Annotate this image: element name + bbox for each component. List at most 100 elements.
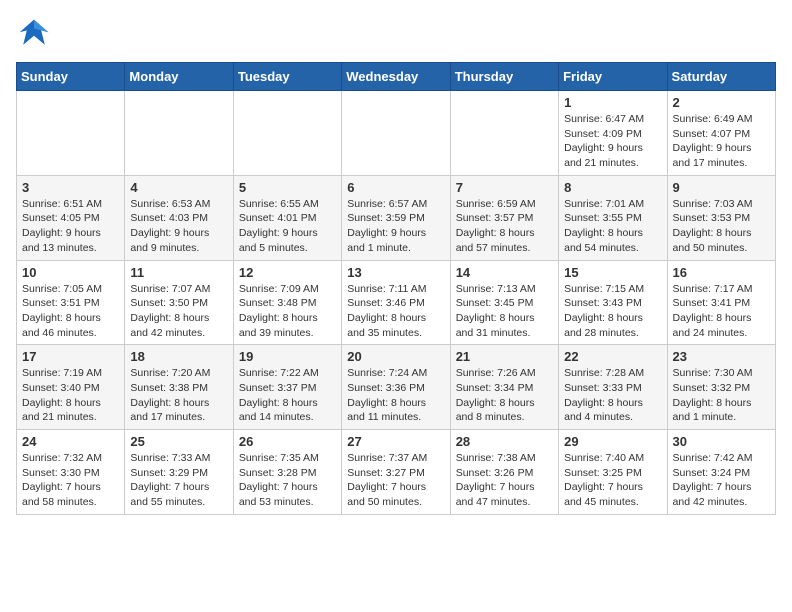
day-number: 20 [347, 349, 444, 364]
day-number: 24 [22, 434, 119, 449]
calendar-cell [125, 91, 233, 176]
day-info: Sunrise: 7:07 AMSunset: 3:50 PMDaylight:… [130, 282, 227, 341]
day-info: Sunrise: 7:35 AMSunset: 3:28 PMDaylight:… [239, 451, 336, 510]
day-info: Sunrise: 6:47 AMSunset: 4:09 PMDaylight:… [564, 112, 661, 171]
day-info: Sunrise: 7:13 AMSunset: 3:45 PMDaylight:… [456, 282, 553, 341]
calendar-cell: 18 Sunrise: 7:20 AMSunset: 3:38 PMDayligh… [125, 345, 233, 430]
day-number: 4 [130, 180, 227, 195]
day-number: 29 [564, 434, 661, 449]
calendar-cell [233, 91, 341, 176]
calendar-cell: 20 Sunrise: 7:24 AMSunset: 3:36 PMDayligh… [342, 345, 450, 430]
day-info: Sunrise: 6:55 AMSunset: 4:01 PMDaylight:… [239, 197, 336, 256]
day-number: 25 [130, 434, 227, 449]
logo [16, 16, 56, 52]
calendar-week-row: 17 Sunrise: 7:19 AMSunset: 3:40 PMDayligh… [17, 345, 776, 430]
day-number: 18 [130, 349, 227, 364]
day-number: 12 [239, 265, 336, 280]
day-info: Sunrise: 7:11 AMSunset: 3:46 PMDaylight:… [347, 282, 444, 341]
day-number: 8 [564, 180, 661, 195]
day-info: Sunrise: 7:40 AMSunset: 3:25 PMDaylight:… [564, 451, 661, 510]
day-info: Sunrise: 7:32 AMSunset: 3:30 PMDaylight:… [22, 451, 119, 510]
calendar-cell: 21 Sunrise: 7:26 AMSunset: 3:34 PMDayligh… [450, 345, 558, 430]
day-info: Sunrise: 7:33 AMSunset: 3:29 PMDaylight:… [130, 451, 227, 510]
calendar-cell: 12 Sunrise: 7:09 AMSunset: 3:48 PMDayligh… [233, 260, 341, 345]
day-info: Sunrise: 6:51 AMSunset: 4:05 PMDaylight:… [22, 197, 119, 256]
page-header [16, 16, 776, 52]
logo-bird-icon [16, 16, 52, 52]
calendar-cell: 23 Sunrise: 7:30 AMSunset: 3:32 PMDayligh… [667, 345, 775, 430]
calendar-cell: 8 Sunrise: 7:01 AMSunset: 3:55 PMDaylight… [559, 175, 667, 260]
calendar-cell: 9Sunrise: 7:03 AMSunset: 3:53 PMDaylight… [667, 175, 775, 260]
day-number: 23 [673, 349, 770, 364]
day-number: 16 [673, 265, 770, 280]
day-header-wednesday: Wednesday [342, 63, 450, 91]
day-number: 13 [347, 265, 444, 280]
day-number: 11 [130, 265, 227, 280]
day-info: Sunrise: 7:30 AMSunset: 3:32 PMDaylight:… [673, 366, 770, 425]
calendar-cell: 26 Sunrise: 7:35 AMSunset: 3:28 PMDayligh… [233, 430, 341, 515]
day-info: Sunrise: 7:24 AMSunset: 3:36 PMDaylight:… [347, 366, 444, 425]
day-number: 14 [456, 265, 553, 280]
calendar-cell: 30 Sunrise: 7:42 AMSunset: 3:24 PMDayligh… [667, 430, 775, 515]
calendar-cell: 7 Sunrise: 6:59 AMSunset: 3:57 PMDaylight… [450, 175, 558, 260]
day-header-saturday: Saturday [667, 63, 775, 91]
calendar-cell: 27 Sunrise: 7:37 AMSunset: 3:27 PMDayligh… [342, 430, 450, 515]
day-number: 10 [22, 265, 119, 280]
day-info: Sunrise: 7:26 AMSunset: 3:34 PMDaylight:… [456, 366, 553, 425]
calendar-cell: 4 Sunrise: 6:53 AMSunset: 4:03 PMDaylight… [125, 175, 233, 260]
calendar-cell: 1 Sunrise: 6:47 AMSunset: 4:09 PMDaylight… [559, 91, 667, 176]
calendar-cell: 22 Sunrise: 7:28 AMSunset: 3:33 PMDayligh… [559, 345, 667, 430]
day-info: Sunrise: 7:19 AMSunset: 3:40 PMDaylight:… [22, 366, 119, 425]
calendar-header-row: SundayMondayTuesdayWednesdayThursdayFrid… [17, 63, 776, 91]
day-header-monday: Monday [125, 63, 233, 91]
day-header-friday: Friday [559, 63, 667, 91]
calendar-cell: 25 Sunrise: 7:33 AMSunset: 3:29 PMDayligh… [125, 430, 233, 515]
day-info: Sunrise: 7:09 AMSunset: 3:48 PMDaylight:… [239, 282, 336, 341]
day-number: 26 [239, 434, 336, 449]
day-number: 17 [22, 349, 119, 364]
calendar-cell [17, 91, 125, 176]
calendar-cell: 28 Sunrise: 7:38 AMSunset: 3:26 PMDayligh… [450, 430, 558, 515]
calendar-cell: 15Sunrise: 7:15 AMSunset: 3:43 PMDayligh… [559, 260, 667, 345]
calendar-cell: 29 Sunrise: 7:40 AMSunset: 3:25 PMDayligh… [559, 430, 667, 515]
day-info: Sunrise: 7:15 AMSunset: 3:43 PMDaylight:… [564, 282, 661, 341]
calendar-cell: 14 Sunrise: 7:13 AMSunset: 3:45 PMDayligh… [450, 260, 558, 345]
day-info: Sunrise: 6:59 AMSunset: 3:57 PMDaylight:… [456, 197, 553, 256]
day-number: 19 [239, 349, 336, 364]
day-number: 30 [673, 434, 770, 449]
day-number: 2 [673, 95, 770, 110]
day-number: 27 [347, 434, 444, 449]
day-info: Sunrise: 7:17 AMSunset: 3:41 PMDaylight:… [673, 282, 770, 341]
day-number: 7 [456, 180, 553, 195]
day-number: 1 [564, 95, 661, 110]
day-number: 28 [456, 434, 553, 449]
day-number: 22 [564, 349, 661, 364]
day-info: Sunrise: 7:42 AMSunset: 3:24 PMDaylight:… [673, 451, 770, 510]
calendar-week-row: 1 Sunrise: 6:47 AMSunset: 4:09 PMDaylight… [17, 91, 776, 176]
day-info: Sunrise: 7:37 AMSunset: 3:27 PMDaylight:… [347, 451, 444, 510]
calendar-cell: 16 Sunrise: 7:17 AMSunset: 3:41 PMDayligh… [667, 260, 775, 345]
day-info: Sunrise: 6:57 AMSunset: 3:59 PMDaylight:… [347, 197, 444, 256]
day-info: Sunrise: 7:01 AMSunset: 3:55 PMDaylight:… [564, 197, 661, 256]
calendar-cell: 17 Sunrise: 7:19 AMSunset: 3:40 PMDayligh… [17, 345, 125, 430]
calendar-cell: 6Sunrise: 6:57 AMSunset: 3:59 PMDaylight… [342, 175, 450, 260]
day-info: Sunrise: 7:28 AMSunset: 3:33 PMDaylight:… [564, 366, 661, 425]
day-info: Sunrise: 7:22 AMSunset: 3:37 PMDaylight:… [239, 366, 336, 425]
day-number: 5 [239, 180, 336, 195]
calendar-week-row: 24 Sunrise: 7:32 AMSunset: 3:30 PMDayligh… [17, 430, 776, 515]
calendar-cell [342, 91, 450, 176]
day-number: 21 [456, 349, 553, 364]
calendar-cell: 3Sunrise: 6:51 AMSunset: 4:05 PMDaylight… [17, 175, 125, 260]
calendar-cell: 13 Sunrise: 7:11 AMSunset: 3:46 PMDayligh… [342, 260, 450, 345]
day-info: Sunrise: 6:53 AMSunset: 4:03 PMDaylight:… [130, 197, 227, 256]
calendar-cell: 11 Sunrise: 7:07 AMSunset: 3:50 PMDayligh… [125, 260, 233, 345]
day-info: Sunrise: 7:05 AMSunset: 3:51 PMDaylight:… [22, 282, 119, 341]
day-info: Sunrise: 7:03 AMSunset: 3:53 PMDaylight:… [673, 197, 770, 256]
calendar-cell: 10 Sunrise: 7:05 AMSunset: 3:51 PMDayligh… [17, 260, 125, 345]
day-info: Sunrise: 7:20 AMSunset: 3:38 PMDaylight:… [130, 366, 227, 425]
calendar-cell: 5 Sunrise: 6:55 AMSunset: 4:01 PMDaylight… [233, 175, 341, 260]
day-info: Sunrise: 7:38 AMSunset: 3:26 PMDaylight:… [456, 451, 553, 510]
day-header-tuesday: Tuesday [233, 63, 341, 91]
day-info: Sunrise: 6:49 AMSunset: 4:07 PMDaylight:… [673, 112, 770, 171]
calendar-week-row: 10 Sunrise: 7:05 AMSunset: 3:51 PMDayligh… [17, 260, 776, 345]
